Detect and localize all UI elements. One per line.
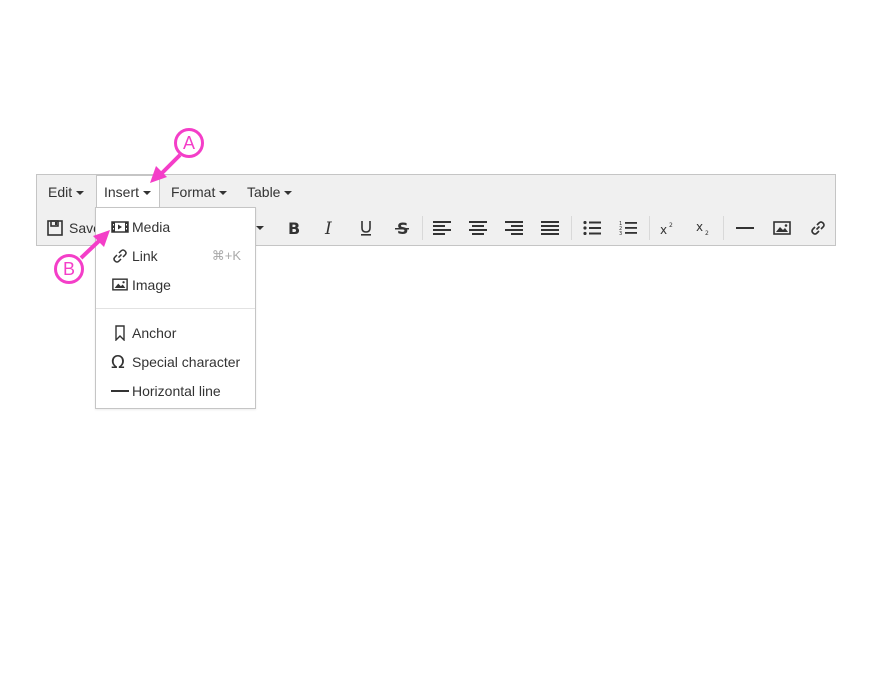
align-justify-icon [541,221,559,235]
arrow-a-line [158,153,182,177]
bold-button[interactable]: B [284,210,304,246]
insert-menu-item-media[interactable]: Media [96,212,255,241]
underline-icon [361,221,371,236]
strikethrough-icon: S [395,220,409,236]
svg-text:Ω: Ω [111,353,125,371]
menu-divider [96,308,255,309]
bullet-list-icon [583,221,601,235]
align-right-button[interactable] [504,210,524,246]
caret-down-icon [219,191,228,196]
toolbar-separator [422,216,423,240]
link-button[interactable] [807,210,829,246]
menu-table-label: Table [247,184,281,200]
image-icon [773,221,791,235]
numbered-list-icon: 123 [619,221,637,236]
align-justify-button[interactable] [540,210,560,246]
caret-down-icon [76,191,85,196]
bookmark-icon [110,324,130,341]
insert-menu-item-link[interactable]: Link ⌘+K [96,241,255,270]
save-icon [47,220,63,236]
menu-edit-label: Edit [48,184,73,200]
svg-text:2: 2 [705,230,709,236]
insert-menu-label-horizontal-line: Horizontal line [132,382,221,399]
superscript-icon: x2 [660,222,673,236]
horizontal-line-button[interactable] [734,210,756,246]
align-left-icon [433,221,451,235]
italic-button[interactable]: I [320,210,340,246]
align-center-button[interactable] [468,210,488,246]
menu-insert[interactable]: Insert [96,175,160,210]
svg-text:2: 2 [669,222,673,229]
insert-menu-label-image: Image [132,276,171,293]
align-left-button[interactable] [432,210,452,246]
menu-format[interactable]: Format [171,175,228,210]
italic-icon: I [324,220,332,236]
align-center-icon [469,221,487,235]
bullet-list-button[interactable] [582,210,602,246]
svg-text:3: 3 [619,231,622,236]
caret-down-icon [256,226,264,230]
save-button[interactable]: Save [47,210,101,246]
insert-menu-label-special-character: Special character [132,353,241,370]
insert-menu-label-link: Link [132,247,158,264]
annotation-badge-a: A [174,128,204,158]
toolbar-separator [723,216,724,240]
align-right-icon [505,221,523,235]
omega-icon: Ω [110,353,130,371]
toolbar-separator [649,216,650,240]
underline-button[interactable] [356,210,376,246]
link-icon [811,221,825,235]
svg-text:B: B [288,220,300,236]
annotation-badge-b: B [54,254,84,284]
insert-menu-item-special-character[interactable]: Ω Special character [96,347,255,376]
horizontal-line-icon [736,227,754,229]
insert-menu-item-image[interactable]: Image [96,270,255,299]
link-shortcut: ⌘+K [211,247,241,263]
numbered-list-button[interactable]: 123 [618,210,638,246]
insert-menu-label-media: Media [132,218,171,235]
insert-menu-item-horizontal-line[interactable]: Horizontal line [96,376,255,405]
svg-text:x: x [660,223,667,236]
media-icon [110,219,130,235]
caret-down-icon [143,191,152,196]
strikethrough-button[interactable]: S [392,210,412,246]
subscript-icon: x2 [696,220,709,236]
toolbar-separator [571,216,572,240]
menu-insert-label: Insert [104,184,140,200]
menu-table[interactable]: Table [247,175,293,210]
insert-menu-dropdown: Media Link ⌘+K Image Anchor Ω Special ch… [95,207,256,409]
bold-icon: B [288,220,300,236]
svg-text:x: x [696,220,703,234]
menu-format-label: Format [171,184,216,200]
superscript-button[interactable]: x2 [657,210,679,246]
insert-menu-item-anchor[interactable]: Anchor [96,318,255,347]
hr-icon [110,383,130,399]
image-button[interactable] [771,210,793,246]
subscript-button[interactable]: x2 [693,210,715,246]
image-icon [110,277,130,293]
insert-menu-label-anchor: Anchor [132,324,177,341]
svg-text:I: I [324,220,332,236]
menu-edit[interactable]: Edit [48,175,85,210]
link-icon [110,248,130,264]
menubar: Edit Insert Format Table [37,175,835,210]
caret-down-icon [284,191,293,196]
